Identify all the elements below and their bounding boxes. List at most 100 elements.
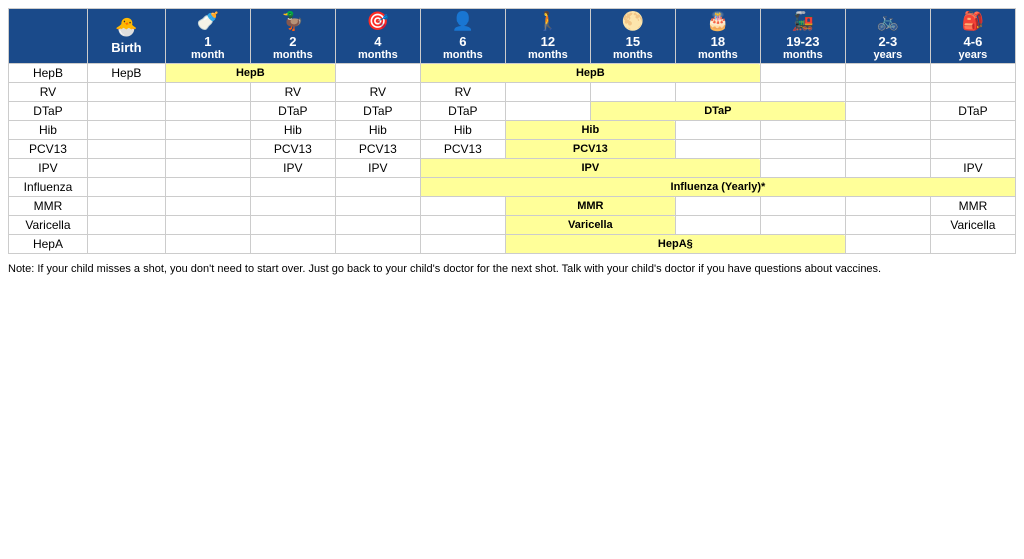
empty-cell-rv-col5 (505, 83, 590, 102)
header-unit-1: month (169, 49, 247, 61)
vaccine-schedule-table: 🐣Birth🍼1month🦆2months🎯4months👤6months🚶12… (8, 8, 1016, 254)
vaccine-name-hepa: HepA (9, 235, 88, 254)
vaccine-cell-ipv-col10: IPV (930, 159, 1015, 178)
vaccine-cell-dtap-col3: DTaP (335, 102, 420, 121)
vaccine-row-rv: RVRVRVRV (9, 83, 1016, 102)
header-age-7: 18 (679, 34, 757, 49)
header-cell-8: 🚂19-23months (760, 9, 845, 64)
vaccine-cell-pcv13-col2: PCV13 (250, 140, 335, 159)
vaccine-cell-rv-col4: RV (420, 83, 505, 102)
empty-cell-rv-col6 (590, 83, 675, 102)
header-cell-1: 🍼1month (165, 9, 250, 64)
header-cell-2: 🦆 2months (250, 9, 335, 64)
header-age-6: 15 (594, 34, 672, 49)
empty-cell-ipv-col0 (87, 159, 165, 178)
empty-cell-rv-col8 (760, 83, 845, 102)
empty-cell-mmr-col9 (845, 197, 930, 216)
empty-cell-varicella-col4 (420, 216, 505, 235)
empty-cell-pcv13-col0 (87, 140, 165, 159)
vaccine-name-rv: RV (9, 83, 88, 102)
empty-cell-rv-col7 (675, 83, 760, 102)
empty-cell-dtap-col9 (845, 102, 930, 121)
header-icon-9: 🚲 (849, 11, 927, 32)
empty-cell-hepb-col3 (335, 64, 420, 83)
empty-cell-hepa-col9 (845, 235, 930, 254)
vaccine-name-ipv: IPV (9, 159, 88, 178)
vaccine-cell-hepb-col1: HepB (165, 64, 335, 83)
empty-cell-pcv13-col10 (930, 140, 1015, 159)
header-cell-6: 🌕15months (590, 9, 675, 64)
empty-cell-rv-col9 (845, 83, 930, 102)
vaccine-cell-pcv13-col5: PCV13 (505, 140, 675, 159)
header-unit-2: months (254, 49, 332, 61)
vaccine-name-varicella: Varicella (9, 216, 88, 235)
empty-cell-hib-col10 (930, 121, 1015, 140)
header-unit-8: months (764, 49, 842, 61)
empty-cell-hepa-col2 (250, 235, 335, 254)
vaccine-row-pcv13: PCV13PCV13PCV13PCV13PCV13 (9, 140, 1016, 159)
empty-cell-mmr-col1 (165, 197, 250, 216)
empty-cell-pcv13-col9 (845, 140, 930, 159)
empty-cell-pcv13-col7 (675, 140, 760, 159)
vaccine-row-hepa: HepA HepA§ (9, 235, 1016, 254)
header-age-2: 2 (254, 34, 332, 49)
empty-cell-rv-col1 (165, 83, 250, 102)
empty-cell-hib-col9 (845, 121, 930, 140)
empty-cell-hepa-col3 (335, 235, 420, 254)
header-age-5: 12 (509, 34, 587, 49)
header-icon-0: 🐣 (91, 17, 162, 38)
vaccine-cell-pcv13-col3: PCV13 (335, 140, 420, 159)
header-icon-7: 🎂 (679, 11, 757, 32)
empty-cell-mmr-col0 (87, 197, 165, 216)
header-unit-4: months (424, 49, 502, 61)
header-cell-9: 🚲2-3years (845, 9, 930, 64)
header-cell-3: 🎯4months (335, 9, 420, 64)
empty-cell-hib-col7 (675, 121, 760, 140)
header-unit-6: months (594, 49, 672, 61)
vaccine-name-dtap: DTaP (9, 102, 88, 121)
vaccine-cell-hepa-col5: HepA§ (505, 235, 845, 254)
header-unit-3: months (339, 49, 417, 61)
vaccine-row-hepb: HepBHepBHepBHepB (9, 64, 1016, 83)
empty-cell-dtap-col1 (165, 102, 250, 121)
header-unit-5: months (509, 49, 587, 61)
empty-cell-hib-col8 (760, 121, 845, 140)
vaccine-name-mmr: MMR (9, 197, 88, 216)
empty-cell-varicella-col9 (845, 216, 930, 235)
header-unit-10: years (934, 49, 1012, 61)
vaccine-cell-dtap-col4: DTaP (420, 102, 505, 121)
vaccine-cell-dtap-col6: DTaP (590, 102, 845, 121)
vaccine-cell-ipv-col2: IPV (250, 159, 335, 178)
empty-cell-mmr-col4 (420, 197, 505, 216)
empty-cell-hepa-col10 (930, 235, 1015, 254)
vaccine-cell-mmr-col5: MMR (505, 197, 675, 216)
empty-cell-mmr-col7 (675, 197, 760, 216)
empty-cell-varicella-col2 (250, 216, 335, 235)
vaccine-row-mmr: MMR MMR MMR (9, 197, 1016, 216)
empty-cell-varicella-col3 (335, 216, 420, 235)
vaccine-cell-mmr-col10: MMR (930, 197, 1015, 216)
vaccine-cell-influenza-col4: Influenza (Yearly)* (420, 178, 1015, 197)
header-age-4: 6 (424, 34, 502, 49)
vaccine-row-ipv: IPVIPVIPVIPVIPV (9, 159, 1016, 178)
vaccine-name-pcv13: PCV13 (9, 140, 88, 159)
vaccine-row-varicella: Varicella Varicella Varicella (9, 216, 1016, 235)
header-icon-3: 🎯 (339, 11, 417, 32)
empty-cell-ipv-col9 (845, 159, 930, 178)
header-cell-10: 🎒4-6years (930, 9, 1015, 64)
vaccine-cell-varicella-col10: Varicella (930, 216, 1015, 235)
header-age-1: 1 (169, 34, 247, 49)
empty-cell-hepa-col4 (420, 235, 505, 254)
header-age-10: 4-6 (934, 34, 1012, 49)
empty-cell-mmr-col3 (335, 197, 420, 216)
vaccine-cell-varicella-col5: Varicella (505, 216, 675, 235)
header-unit-7: months (679, 49, 757, 61)
empty-cell-varicella-col0 (87, 216, 165, 235)
empty-cell-hepb-col10 (930, 64, 1015, 83)
vaccine-name-hepb: HepB (9, 64, 88, 83)
header-icon-4: 👤 (424, 11, 502, 32)
vaccine-name-influenza: Influenza (9, 178, 88, 197)
header-icon-2: 🦆 (254, 11, 332, 32)
empty-cell-hepb-col8 (760, 64, 845, 83)
vaccine-row-dtap: DTaPDTaPDTaPDTaPDTaPDTaP (9, 102, 1016, 121)
